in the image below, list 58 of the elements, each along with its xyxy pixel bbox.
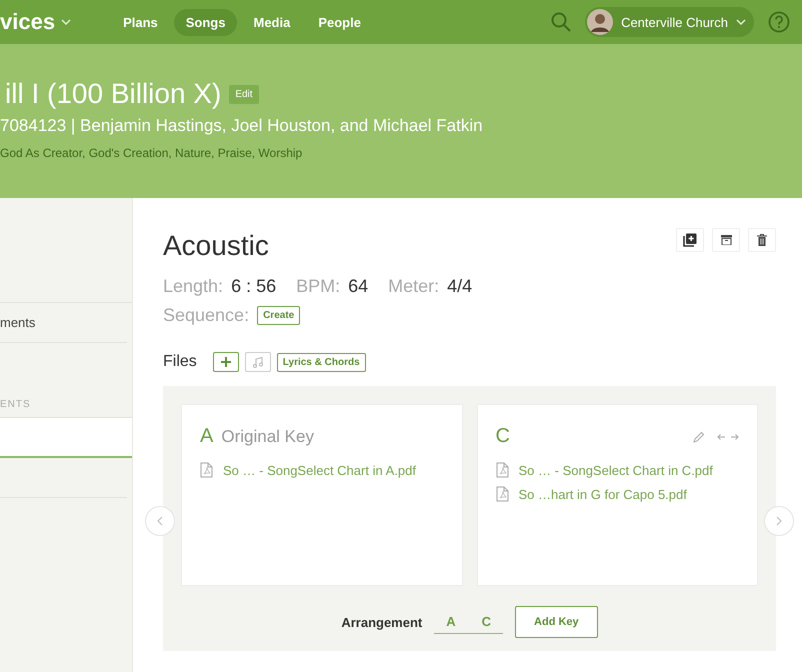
bpm-value: 64 [348,276,368,297]
help-icon[interactable] [768,11,790,33]
pdf-file-icon [496,462,508,478]
song-themes: God As Creator, God's Creation, Nature, Praise, Worship [0,146,304,160]
audio-button[interactable] [244,352,271,372]
length-value: 6 : 56 [231,276,276,297]
next-button[interactable] [764,506,794,536]
add-file-button[interactable] [212,352,239,372]
chevron-right-icon [776,516,782,526]
caret-icon[interactable] [61,19,72,25]
archive-icon [720,235,732,245]
file-link[interactable]: So … - SongSelect Chart in C.pdf [518,462,713,478]
file-link[interactable]: So …hart in G for Capo 5.pdf [518,486,687,502]
search-icon[interactable] [551,12,572,32]
sidebar-item[interactable]: ments [0,315,36,330]
duplicate-icon [683,233,697,247]
song-credits: 7084123 | Benjamin Hastings, Joel Houston, and Michael Fatkin [0,116,484,136]
key-name: Original Key [221,426,314,446]
key-letter[interactable]: C [496,425,510,448]
plus-icon [220,356,232,368]
swap-arrows-icon[interactable] [717,432,739,440]
arrangement-name: Acoustic [163,230,269,262]
duplicate-button[interactable] [676,228,704,252]
lyrics-chords-button[interactable]: Lyrics & Chords [276,352,366,372]
app-name[interactable]: vices [0,9,56,35]
avatar-icon [587,9,614,35]
meter-value: 4/4 [447,276,472,297]
key-tab[interactable]: C [470,610,504,633]
delete-button[interactable] [748,228,776,252]
nav-link[interactable]: Media [241,8,302,36]
pencil-icon[interactable] [693,430,705,442]
sidebar-selected-item[interactable] [0,418,132,458]
sequence-label: Sequence: [163,305,250,326]
chevron-left-icon [157,516,163,526]
file-link[interactable]: So … - SongSelect Chart in A.pdf [223,462,416,478]
account-menu[interactable]: Centerville Church [585,7,754,37]
song-title: ill I (100 Billion X) [5,78,222,110]
create-button[interactable]: Create [257,306,300,325]
files-label: Files [163,353,197,371]
caret-icon [736,19,746,25]
previous-button[interactable] [145,506,175,536]
add-key-button[interactable]: Add Key [515,606,598,638]
sidebar-section-heading: ENTS [0,399,31,410]
arrangement-label: Arrangement [341,614,422,630]
edit-button[interactable]: Edit [229,84,259,104]
key-tab[interactable]: A [434,610,468,633]
trash-icon [757,234,767,246]
pdf-file-icon [200,462,213,478]
archive-button[interactable] [712,228,740,252]
bpm-label: BPM: [296,276,340,297]
length-label: Length: [163,276,224,297]
nav-link[interactable]: Songs [174,8,238,36]
meter-label: Meter: [388,276,440,297]
nav-link[interactable]: Plans [111,8,170,36]
nav-link[interactable]: People [306,8,373,36]
key-letter[interactable]: A [200,425,214,448]
music-note-icon [252,356,264,368]
pdf-file-icon [496,486,508,502]
